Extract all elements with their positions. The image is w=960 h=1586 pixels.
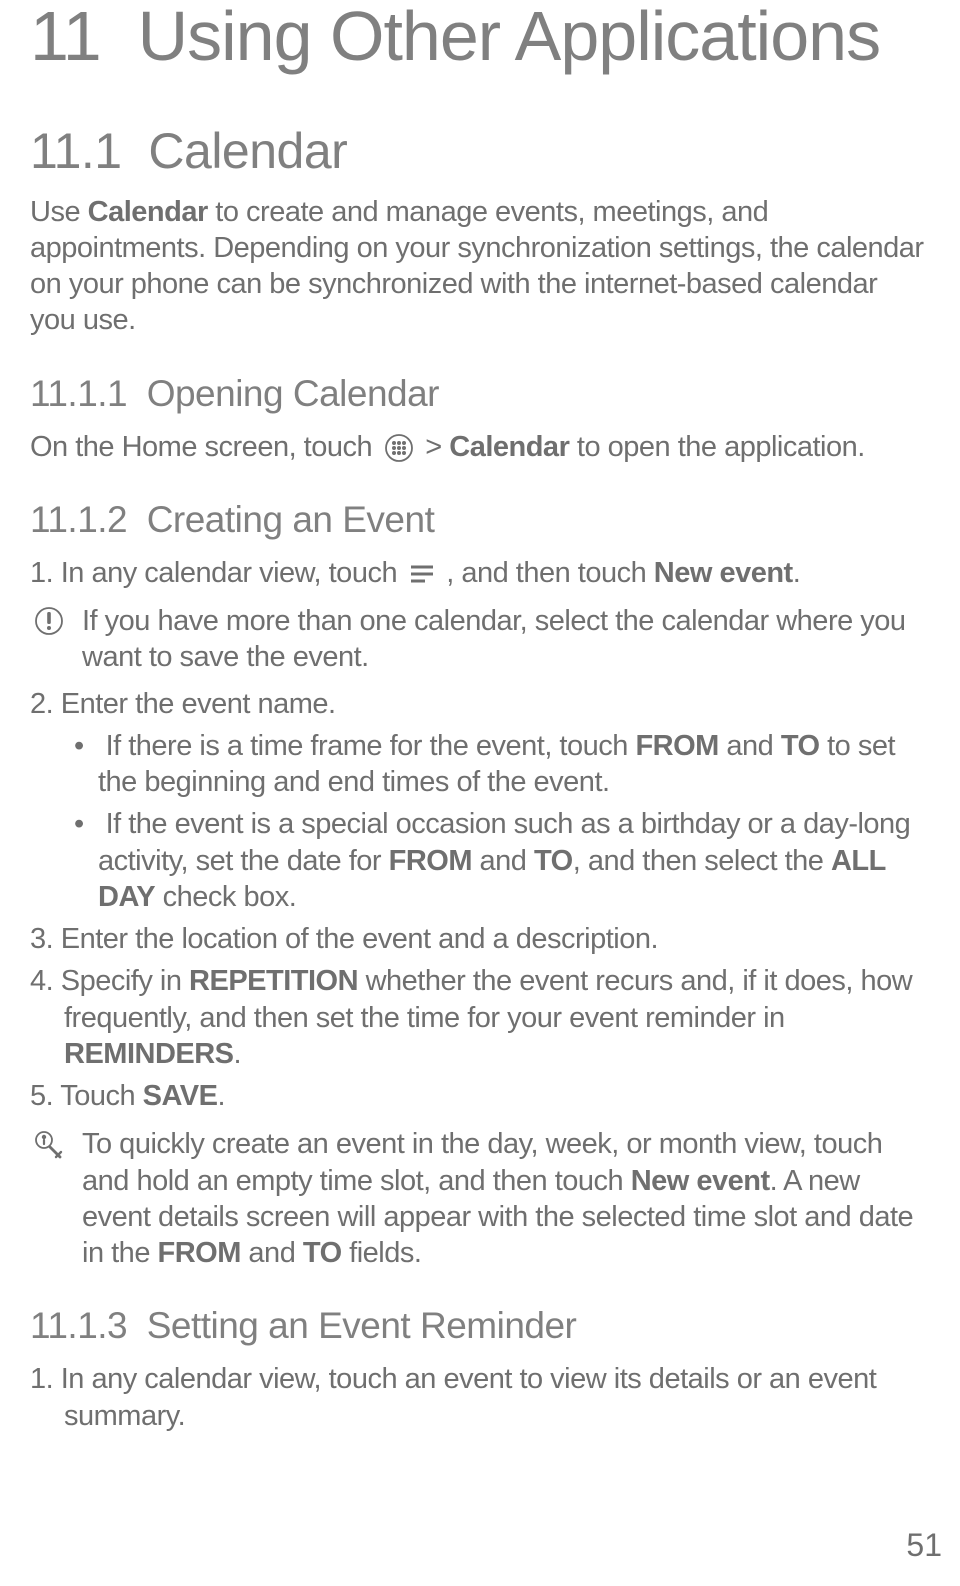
manual-page: 11 Using Other Applications 11.1 Calenda… [0,0,960,1586]
step-3: 3. Enter the location of the event and a… [30,921,930,957]
menu-lines-icon [409,563,435,585]
bold-to-2: TO [534,845,573,877]
section-title: Calendar [148,123,347,179]
info-note-1-text: If you have more than one calendar, sele… [82,603,930,676]
info-note-1: If you have more than one calendar, sele… [30,603,930,676]
bold-calendar: Calendar [88,196,208,228]
subsection-heading-11-1-2: 11.1.2 Creating an Event [30,499,930,541]
section-number: 11.1 [30,123,122,179]
bold-from-1: FROM [635,730,718,762]
section-heading-11-1: 11.1 Calendar [30,122,930,180]
info-icon [30,603,68,636]
chapter-title: Using Other Applications [138,0,881,75]
bold-to-1: TO [781,730,820,762]
step-2: 2. Enter the event name. [30,686,930,722]
step-1: 1. In any calendar view, touch , and the… [30,555,930,591]
bold-save: SAVE [143,1080,218,1112]
creating-event-steps-cont: 2. Enter the event name. [30,686,930,722]
page-number: 51 [906,1527,942,1564]
step-4: 4. Specify in REPETITION whether the eve… [30,963,930,1072]
bold-repetition: REPETITION [189,965,358,997]
bullet-2a: If there is a time frame for the event, … [74,728,930,801]
apps-grid-icon [384,433,414,463]
step-1-reminder: 1. In any calendar view, touch an event … [30,1361,930,1434]
bold-to-3: TO [303,1237,342,1269]
step-5: 5. Touch SAVE. [30,1078,930,1114]
bold-calendar-2: Calendar [449,431,569,463]
subsection-number: 11.1.1 [30,373,127,414]
tip-icon [30,1126,68,1161]
subsection-title: Setting an Event Reminder [147,1305,577,1346]
subsection-number: 11.1.2 [30,499,127,540]
subsection-title: Opening Calendar [147,373,439,414]
bullet-2b: If the event is a special occasion such … [74,806,930,915]
subsection-heading-11-1-1: 11.1.1 Opening Calendar [30,373,930,415]
bold-from-2: FROM [389,845,472,877]
subsection-heading-11-1-3: 11.1.3 Setting an Event Reminder [30,1305,930,1347]
tip-note-2: To quickly create an event in the day, w… [30,1126,930,1271]
step-2-bullets: If there is a time frame for the event, … [30,728,930,915]
creating-event-steps: 1. In any calendar view, touch , and the… [30,555,930,591]
chapter-number: 11 [30,0,101,75]
subsection-number: 11.1.3 [30,1305,127,1346]
section-11-1-intro: Use Calendar to create and manage events… [30,194,930,339]
bold-reminders: REMINDERS [64,1038,234,1070]
bold-new-event-2: New event [631,1165,770,1197]
subsection-title: Creating an Event [147,499,435,540]
setting-reminder-steps: 1. In any calendar view, touch an event … [30,1361,930,1434]
tip-note-2-text: To quickly create an event in the day, w… [82,1126,930,1271]
opening-calendar-line: On the Home screen, touch > Calendar to … [30,429,930,465]
chapter-heading: 11 Using Other Applications [30,0,930,74]
creating-event-steps-cont2: 3. Enter the location of the event and a… [30,921,930,1114]
bold-from-3: FROM [158,1237,241,1269]
bold-new-event: New event [654,557,793,589]
